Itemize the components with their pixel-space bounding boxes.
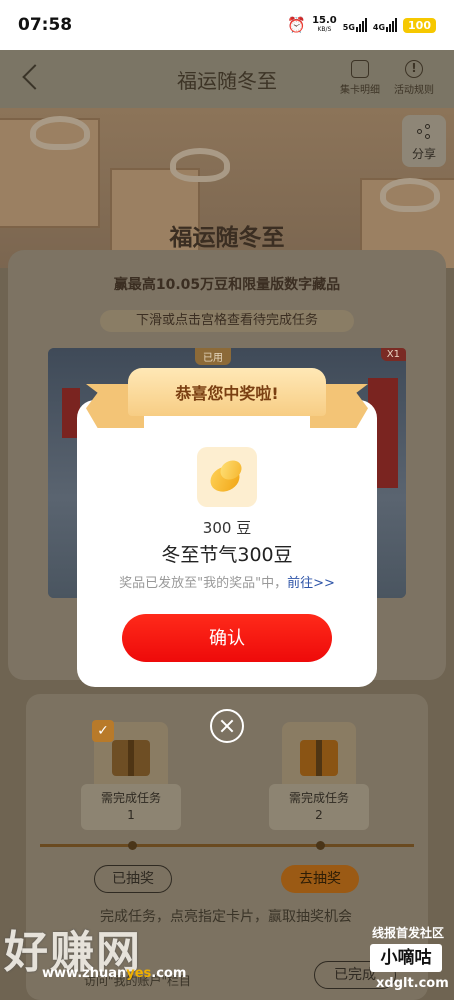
app-header: 福运随冬至 集卡明细 ! 活动规则 xyxy=(0,50,454,108)
share-icon xyxy=(417,124,431,139)
watermark-url-right: xdglt.com xyxy=(376,976,449,991)
watermark-logo: 小嘀咕 xyxy=(370,944,442,972)
task-2-card: 需完成任务 2 xyxy=(269,784,369,830)
used-tag: 已用 xyxy=(195,348,231,365)
alarm-icon: ⏰ xyxy=(287,16,307,34)
progress-dot xyxy=(316,841,325,850)
close-icon[interactable] xyxy=(210,709,244,743)
status-bar: 07:58 ⏰ 15.0 KB/S 5G 4G 100 xyxy=(0,0,454,50)
progress-line xyxy=(40,844,414,847)
confirm-button[interactable]: 确认 xyxy=(122,614,332,662)
gift-icon xyxy=(300,740,338,776)
share-button[interactable]: 分享 xyxy=(402,115,446,167)
activity-rules-button[interactable]: ! 活动规则 xyxy=(384,60,444,96)
subtitle: 赢最高10.05万豆和限量版数字藏品 xyxy=(113,277,341,293)
watermark-tagline: 线报首发社区 xyxy=(372,926,445,940)
go-to-prizes-link[interactable]: 前往>> xyxy=(287,576,335,591)
main-title: 福运随冬至 xyxy=(169,225,285,251)
task-1-card: 需完成任务 1 xyxy=(81,784,181,830)
prize-name: 冬至节气300豆 xyxy=(161,544,293,566)
network-speed: 15.0 KB/S xyxy=(312,15,337,34)
watermark-url: www.zhuanyes.com xyxy=(42,966,187,981)
prize-icon xyxy=(197,447,257,507)
signal-5g-icon: 5G xyxy=(343,18,367,32)
card-detail-icon xyxy=(351,60,369,78)
modal-ribbon: 恭喜您中奖啦! xyxy=(86,368,368,434)
status-icons: ⏰ 15.0 KB/S 5G 4G 100 xyxy=(287,16,436,34)
drawn-button[interactable]: 已抽奖 xyxy=(94,865,172,893)
battery-indicator: 100 xyxy=(403,17,436,33)
bean-icon xyxy=(206,456,246,497)
card-count-tag: X1 xyxy=(380,348,406,361)
modal-title: 恭喜您中奖啦! xyxy=(175,384,279,403)
gift-icon xyxy=(112,740,150,776)
info-icon: ! xyxy=(405,60,423,78)
status-time: 07:58 xyxy=(18,15,73,35)
card-detail-button[interactable]: 集卡明细 xyxy=(330,60,390,96)
progress-dot xyxy=(128,841,137,850)
bow-decoration xyxy=(30,116,90,150)
bow-decoration xyxy=(380,178,440,212)
go-draw-button[interactable]: 去抽奖 xyxy=(281,865,359,893)
signal-4g-icon: 4G xyxy=(373,18,398,32)
prize-amount: 300 豆 xyxy=(202,519,252,537)
prize-note: 奖品已发放至"我的奖品"中，前往>> xyxy=(119,576,335,591)
scroll-hint: 下滑或点击宫格查看待完成任务 xyxy=(100,310,354,332)
bow-decoration xyxy=(170,148,230,182)
checkmark-icon: ✓ xyxy=(92,720,114,742)
